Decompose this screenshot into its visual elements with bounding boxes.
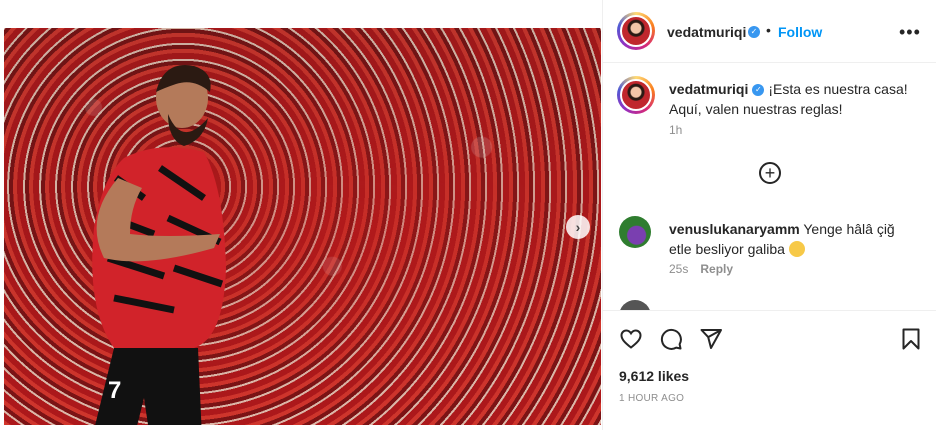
caption-text-block: vedatmuriqi ✓ ¡Esta es nuestra casa! Aquí,… [669, 79, 919, 119]
post-header: vedatmuriqi ✓ • Follow ••• [603, 0, 936, 63]
reply-button[interactable]: Reply [700, 262, 733, 276]
next-media-button[interactable]: › [566, 215, 590, 239]
heart-icon[interactable] [619, 327, 643, 351]
comment-timestamp: 25s [669, 262, 689, 276]
player-figure: 7 [92, 65, 226, 425]
svg-text:7: 7 [108, 377, 121, 404]
author-avatar[interactable] [617, 12, 655, 50]
post-photo[interactable]: 7 [4, 28, 601, 425]
post-side-panel: vedatmuriqi ✓ • Follow ••• vedatmuriqi ✓ ¡… [602, 0, 936, 431]
separator-dot: • [766, 22, 771, 38]
verified-badge-icon: ✓ [752, 84, 765, 97]
commenter-username[interactable]: venuslukanaryamm [669, 221, 800, 237]
plus-circle-icon[interactable]: + [759, 162, 781, 184]
paper-plane-icon[interactable] [699, 327, 723, 351]
caption-avatar[interactable] [617, 76, 655, 114]
comment-text-block: venuslukanaryamm Yenge hâlâ çiğ etle bes… [669, 219, 919, 259]
comment-bubble-icon[interactable] [659, 327, 683, 351]
comment-meta: 25s Reply [669, 262, 733, 276]
commenter-avatar[interactable] [619, 216, 651, 248]
verified-badge-icon: ✓ [748, 26, 760, 38]
commenter-avatar [619, 300, 651, 310]
like-count[interactable]: 9,612 likes [619, 368, 689, 384]
bookmark-icon[interactable] [899, 327, 923, 351]
caption-username[interactable]: vedatmuriqi [669, 81, 748, 97]
next-comment-partial [619, 300, 919, 310]
caption-timestamp: 1h [669, 123, 683, 137]
author-username[interactable]: vedatmuriqi [667, 24, 746, 40]
action-bar: 9,612 likes 1 HOUR AGO [603, 310, 936, 431]
chevron-right-icon: › [575, 219, 581, 235]
post-timestamp: 1 HOUR AGO [619, 393, 685, 404]
follow-button[interactable]: Follow [778, 24, 822, 40]
grinning-emoji-icon [788, 241, 805, 257]
more-options-icon[interactable]: ••• [899, 22, 921, 43]
